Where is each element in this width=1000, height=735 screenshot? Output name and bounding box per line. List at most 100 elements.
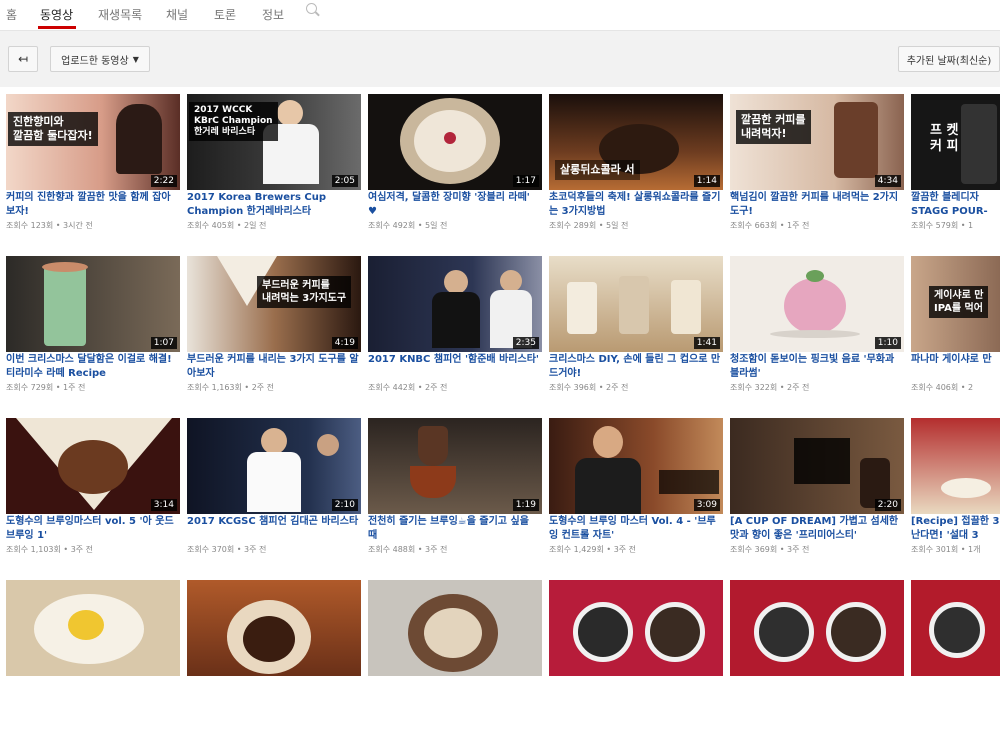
video-duration: 2:22 xyxy=(150,175,177,187)
thumbnail-caption: 2017 WCCK KBrC Champion 한거레 바리스타 xyxy=(189,102,278,141)
video-thumbnail[interactable]: 살롱뒤쇼콜라 서 1:14 xyxy=(549,94,723,190)
video-title[interactable]: 부드러운 커피를 내리는 3가지 도구를 알아보자 xyxy=(187,353,359,381)
back-button[interactable]: ↤ xyxy=(8,46,38,72)
video-card[interactable]: 2:35 2017 KNBC 챔피언 '함준배 바리스타' 조회수 442회 •… xyxy=(368,249,542,411)
thumbnail-caption: 부드러운 커피를 내려먹는 3가지도구 xyxy=(257,276,352,308)
video-thumbnail[interactable]: 깔끔한 커피를 내려먹자! 4:34 xyxy=(730,94,904,190)
video-card[interactable]: 2017 WCCK KBrC Champion 한거레 바리스타 2:05 20… xyxy=(187,87,361,249)
video-title[interactable]: 청조함이 돋보이는 핑크빛 음료 '무화과 블라썸' xyxy=(730,353,902,381)
video-thumbnail[interactable]: 게이샤로 만 IPA를 먹어 xyxy=(911,256,1000,352)
video-card[interactable]: 프 켓 커 피 깔끔한 블레디자 STAGG POUR-OV 조회수 579회 … xyxy=(911,87,1000,249)
video-duration: 4:34 xyxy=(874,175,901,187)
video-title[interactable]: 2017 KCGSC 챔피언 김대곤 바리스타 xyxy=(187,515,359,543)
video-title[interactable]: 이번 크리스마스 달달함은 이걸로 해결! 티라미수 라떼 Recipe xyxy=(6,353,178,381)
search-icon[interactable] xyxy=(306,3,317,14)
video-thumbnail[interactable]: 1:19 xyxy=(368,418,542,514)
video-card[interactable]: 진한향미와 깔끔함 둘다잡자! 2:22 커피의 진한향과 깔끔한 맛을 함께 … xyxy=(6,87,180,249)
tab-about[interactable]: 정보 xyxy=(262,6,284,23)
video-thumbnail[interactable]: 3:14 xyxy=(6,418,180,514)
video-thumbnail[interactable]: 1:07 xyxy=(6,256,180,352)
video-card[interactable]: 1:17 여심저격, 달콤한 장미향 '장블리 라떼' ♥ 조회수 492회 •… xyxy=(368,87,542,249)
video-card[interactable] xyxy=(187,573,361,735)
video-duration: 1:19 xyxy=(512,499,539,511)
video-duration: 1:41 xyxy=(693,337,720,349)
video-title[interactable]: 여심저격, 달콤한 장미향 '장블리 라떼' ♥ xyxy=(368,191,540,219)
video-card[interactable]: 3:09 도형수의 브루잉 마스터 Vol. 4 - '브루잉 컨트롤 자트' … xyxy=(549,411,723,573)
video-card[interactable] xyxy=(549,573,723,735)
video-card[interactable]: 게이샤로 만 IPA를 먹어 파나마 게이샤로 만 조회수 406회 • 2 xyxy=(911,249,1000,411)
video-title[interactable]: 도형수의 브루잉 마스터 Vol. 4 - '브루잉 컨트롤 자트' xyxy=(549,515,721,543)
video-card[interactable]: 1:10 청조함이 돋보이는 핑크빛 음료 '무화과 블라썸' 조회수 322회… xyxy=(730,249,904,411)
video-thumbnail[interactable]: 2:10 xyxy=(187,418,361,514)
video-card[interactable]: [Recipe] 접끌한 3 난다면! '설대 3 조회수 301회 • 1개 xyxy=(911,411,1000,573)
video-meta: 조회수 1,163회 • 2주 전 xyxy=(187,383,275,392)
video-thumbnail[interactable]: 프 켓 커 피 xyxy=(911,94,1000,190)
video-title[interactable]: 크리스마스 DIY, 손에 들린 그 컵으로 만드거야! xyxy=(549,353,721,381)
video-duration: 2:35 xyxy=(512,337,539,349)
video-title[interactable]: [A CUP OF DREAM] 가볍고 섬세한 맛과 향이 좋은 '프리미어스… xyxy=(730,515,902,543)
caret-down-icon: ▼ xyxy=(132,54,139,64)
video-thumbnail[interactable]: 1:41 xyxy=(549,256,723,352)
video-meta: 조회수 1,103회 • 3주 전 xyxy=(6,545,94,554)
video-meta: 조회수 663회 • 1주 전 xyxy=(730,221,810,230)
video-title[interactable]: 커피의 진한향과 깔끔한 맛을 함께 잡아보자! xyxy=(6,191,178,219)
video-title[interactable]: 초코덕후들의 축제! 살롱워쇼콜라를 즐기는 3가지방법 xyxy=(549,191,721,219)
active-tab-indicator xyxy=(38,26,76,29)
video-card[interactable] xyxy=(6,573,180,735)
video-meta: 조회수 322회 • 2주 전 xyxy=(730,383,810,392)
video-thumbnail[interactable]: 2:35 xyxy=(368,256,542,352)
sort-button[interactable]: 추가된 날짜(최신순) xyxy=(898,46,1000,72)
uploads-dropdown[interactable]: 업로드한 동영상 ▼ xyxy=(50,46,150,72)
video-title[interactable]: [Recipe] 접끌한 3 난다면! '설대 3 xyxy=(911,515,1000,543)
video-meta: 조회수 301회 • 1개 xyxy=(911,545,981,554)
video-meta: 조회수 579회 • 1 xyxy=(911,221,974,230)
video-card[interactable]: 1:41 크리스마스 DIY, 손에 들린 그 컵으로 만드거야! 조회수 39… xyxy=(549,249,723,411)
video-duration: 2:10 xyxy=(331,499,358,511)
video-thumbnail[interactable]: 부드러운 커피를 내려먹는 3가지도구 4:19 xyxy=(187,256,361,352)
video-thumbnail[interactable]: 진한향미와 깔끔함 둘다잡자! 2:22 xyxy=(6,94,180,190)
video-duration: 1:14 xyxy=(693,175,720,187)
video-meta: 조회수 123회 • 3시간 전 xyxy=(6,221,93,230)
tab-videos[interactable]: 동영상 xyxy=(40,6,73,23)
video-thumbnail[interactable]: 2017 WCCK KBrC Champion 한거레 바리스타 2:05 xyxy=(187,94,361,190)
video-thumbnail[interactable] xyxy=(911,418,1000,514)
tab-home[interactable]: 홈 xyxy=(6,6,17,23)
video-card[interactable] xyxy=(911,573,1000,735)
tab-playlists[interactable]: 재생목록 xyxy=(98,6,142,23)
video-title[interactable]: 깔끔한 블레디자 STAGG POUR-OV xyxy=(911,191,1000,219)
video-meta: 조회수 370회 • 3주 전 xyxy=(187,545,267,554)
video-duration: 1:10 xyxy=(874,337,901,349)
video-card[interactable]: 1:07 이번 크리스마스 달달함은 이걸로 해결! 티라미수 라떼 Recip… xyxy=(6,249,180,411)
thumbnail-caption: 진한향미와 깔끔함 둘다잡자! xyxy=(8,112,98,146)
video-thumbnail[interactable]: 3:09 xyxy=(549,418,723,514)
video-duration: 3:09 xyxy=(693,499,720,511)
video-card[interactable] xyxy=(730,573,904,735)
video-grid: 진한향미와 깔끔함 둘다잡자! 2:22 커피의 진한향과 깔끔한 맛을 함께 … xyxy=(0,87,1000,676)
video-title[interactable]: 도형수의 브루잉마스터 vol. 5 '아 웃드브루잉 1' xyxy=(6,515,178,543)
thumbnail-caption: 깔끔한 커피를 내려먹자! xyxy=(736,110,811,144)
video-duration: 3:14 xyxy=(150,499,177,511)
thumbnail-caption: 살롱뒤쇼콜라 서 xyxy=(555,160,640,180)
video-title[interactable]: 파나마 게이샤로 만 xyxy=(911,353,1000,381)
video-thumbnail[interactable]: 2:20 xyxy=(730,418,904,514)
video-card[interactable]: 깔끔한 커피를 내려먹자! 4:34 핵넘김이 깔끔한 커피를 내려먹는 2가지… xyxy=(730,87,904,249)
video-card[interactable]: 살롱뒤쇼콜라 서 1:14 초코덕후들의 축제! 살롱워쇼콜라를 즐기는 3가지… xyxy=(549,87,723,249)
video-meta: 조회수 488회 • 3주 전 xyxy=(368,545,448,554)
video-card[interactable]: 2:20 [A CUP OF DREAM] 가볍고 섬세한 맛과 향이 좋은 '… xyxy=(730,411,904,573)
tab-discussion[interactable]: 토론 xyxy=(214,6,236,23)
video-title[interactable]: 2017 Korea Brewers Cup Champion 한거레바리스타 xyxy=(187,191,359,219)
video-title[interactable]: 2017 KNBC 챔피언 '함준배 바리스타' xyxy=(368,353,540,381)
video-card[interactable]: 부드러운 커피를 내려먹는 3가지도구 4:19 부드러운 커피를 내리는 3가… xyxy=(187,249,361,411)
video-card[interactable]: 3:14 도형수의 브루잉마스터 vol. 5 '아 웃드브루잉 1' 조회수 … xyxy=(6,411,180,573)
video-thumbnail[interactable]: 1:17 xyxy=(368,94,542,190)
video-card[interactable] xyxy=(368,573,542,735)
video-card[interactable]: 1:19 전천히 즐기는 브루잉☕을 즐기고 싶을 때 조회수 488회 • 3… xyxy=(368,411,542,573)
video-title[interactable]: 핵넘김이 깔끔한 커피를 내려먹는 2가지 도구! xyxy=(730,191,902,219)
video-card[interactable]: 2:10 2017 KCGSC 챔피언 김대곤 바리스타 조회수 370회 • … xyxy=(187,411,361,573)
video-meta: 조회수 405회 • 2일 전 xyxy=(187,221,267,230)
video-meta: 조회수 396회 • 2주 전 xyxy=(549,383,629,392)
video-title[interactable]: 전천히 즐기는 브루잉☕을 즐기고 싶을 때 xyxy=(368,515,540,543)
video-duration: 4:19 xyxy=(331,337,358,349)
video-thumbnail[interactable]: 1:10 xyxy=(730,256,904,352)
tab-channels[interactable]: 채널 xyxy=(166,6,188,23)
